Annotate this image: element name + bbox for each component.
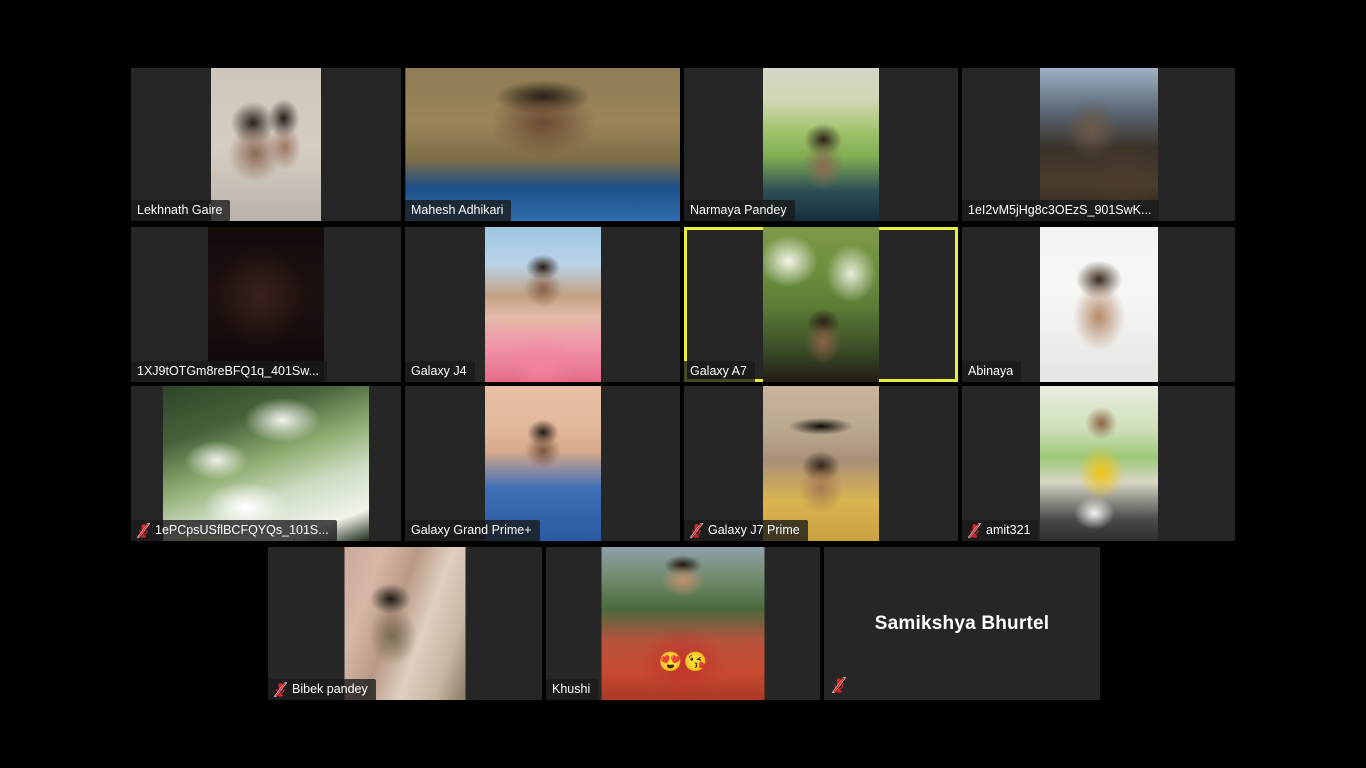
- participant-tile-lekhnath-gaire[interactable]: Lekhnath Gaire: [131, 68, 401, 221]
- reaction-emoji: 😍: [658, 652, 683, 673]
- participant-name-text: Bibek pandey: [292, 682, 368, 696]
- reaction-emoji: 😘: [683, 652, 708, 673]
- participant-name-text: 1XJ9tOTGm8reBFQ1q_401Sw...: [137, 364, 320, 378]
- video-feed: [1039, 227, 1158, 382]
- video-feed: [208, 227, 324, 382]
- participant-tile-galaxy-grand-prime-plus[interactable]: Galaxy Grand Prime+: [405, 386, 680, 541]
- participant-name-text: amit321: [986, 523, 1031, 537]
- video-feed: [484, 386, 601, 541]
- participant-name-text: Galaxy J4: [411, 364, 467, 378]
- participant-name-label: Galaxy J4: [405, 361, 475, 382]
- participant-name-text: Mahesh Adhikari: [411, 203, 504, 217]
- participant-name-label: Galaxy Grand Prime+: [405, 520, 540, 541]
- participant-name-label: Bibek pandey: [268, 679, 376, 700]
- participant-tile-amit321[interactable]: amit321: [962, 386, 1235, 541]
- video-feed: [211, 68, 321, 221]
- participant-name-text: Galaxy A7: [690, 364, 747, 378]
- video-feed: [405, 68, 680, 221]
- gallery-row-4: Bibek pandey 😍 😘 Khushi Samikshya Bhurte…: [268, 547, 1100, 700]
- video-feed: [1039, 68, 1158, 221]
- participant-tile-narmaya-pandey[interactable]: Narmaya Pandey: [684, 68, 958, 221]
- participant-tile-bibek-pandey[interactable]: Bibek pandey: [268, 547, 542, 700]
- participant-name-label: Lekhnath Gaire: [131, 200, 231, 221]
- video-feed: [763, 227, 879, 382]
- participant-name-text: Narmaya Pandey: [690, 203, 787, 217]
- participant-tile-khushi[interactable]: 😍 😘 Khushi: [546, 547, 820, 700]
- mic-muted-icon: [274, 681, 287, 697]
- video-feed: [484, 227, 601, 382]
- participant-tile-abinaya[interactable]: Abinaya: [962, 227, 1235, 382]
- mic-muted-icon: [690, 522, 703, 538]
- participant-name-text: Abinaya: [968, 364, 1014, 378]
- video-feed: [763, 386, 879, 541]
- participant-name-label: Galaxy A7: [684, 361, 755, 382]
- participant-tile-galaxy-a7-active-speaker[interactable]: Galaxy A7: [684, 227, 958, 382]
- participant-tile-1epcpsusflbcfqyqs[interactable]: 1ePCpsUSflBCFQYQs_101S...: [131, 386, 401, 541]
- video-feed: [1039, 386, 1158, 541]
- participant-name-center: Samikshya Bhurtel: [874, 612, 1050, 634]
- emoji-reactions: 😍 😘: [659, 653, 707, 672]
- participant-name-text: Galaxy J7 Prime: [708, 523, 800, 537]
- mic-muted-icon: [968, 522, 981, 538]
- gallery-row-3: 1ePCpsUSflBCFQYQs_101S... Galaxy Grand P…: [131, 386, 1235, 541]
- mic-muted-icon: [137, 522, 150, 538]
- video-feed: [344, 547, 466, 700]
- participant-name-text: Khushi: [552, 682, 591, 696]
- video-feed: [163, 386, 369, 541]
- participant-name-label: Galaxy J7 Prime: [684, 520, 808, 541]
- participant-name-label: 1XJ9tOTGm8reBFQ1q_401Sw...: [131, 361, 328, 382]
- video-feed: [601, 547, 765, 700]
- participant-name-text: Galaxy Grand Prime+: [411, 523, 532, 537]
- participant-name-text: 1eI2vM5jHg8c3OEzS_901SwK...: [968, 203, 1152, 217]
- participant-name-label: Mahesh Adhikari: [405, 200, 512, 221]
- participant-name-label: amit321: [962, 520, 1039, 541]
- participant-name-label: Abinaya: [962, 361, 1022, 382]
- gallery-row-2: 1XJ9tOTGm8reBFQ1q_401Sw... Galaxy J4 Gal…: [131, 227, 1235, 382]
- video-feed: [763, 68, 879, 221]
- video-conference-gallery: Lekhnath Gaire Mahesh Adhikari Narmaya P…: [0, 0, 1366, 768]
- participant-name-text: 1ePCpsUSflBCFQYQs_101S...: [155, 523, 329, 537]
- participant-name-label: 1eI2vM5jHg8c3OEzS_901SwK...: [962, 200, 1160, 221]
- mic-muted-icon: [832, 677, 846, 693]
- participant-tile-mahesh-adhikari[interactable]: Mahesh Adhikari: [405, 68, 680, 221]
- participant-name-label: Khushi: [546, 679, 599, 700]
- participant-tile-1xj9totgm8rebfq1q[interactable]: 1XJ9tOTGm8reBFQ1q_401Sw...: [131, 227, 401, 382]
- participant-tile-samikshya-bhurtel[interactable]: Samikshya Bhurtel: [824, 547, 1100, 700]
- participant-name-text: Lekhnath Gaire: [137, 203, 223, 217]
- participant-tile-1ei2vm5jhg8c3oezs[interactable]: 1eI2vM5jHg8c3OEzS_901SwK...: [962, 68, 1235, 221]
- participant-name-label: Narmaya Pandey: [684, 200, 795, 221]
- participant-tile-galaxy-j7-prime[interactable]: Galaxy J7 Prime: [684, 386, 958, 541]
- gallery-row-1: Lekhnath Gaire Mahesh Adhikari Narmaya P…: [131, 68, 1235, 221]
- participant-tile-galaxy-j4[interactable]: Galaxy J4: [405, 227, 680, 382]
- participant-name-label: 1ePCpsUSflBCFQYQs_101S...: [131, 520, 337, 541]
